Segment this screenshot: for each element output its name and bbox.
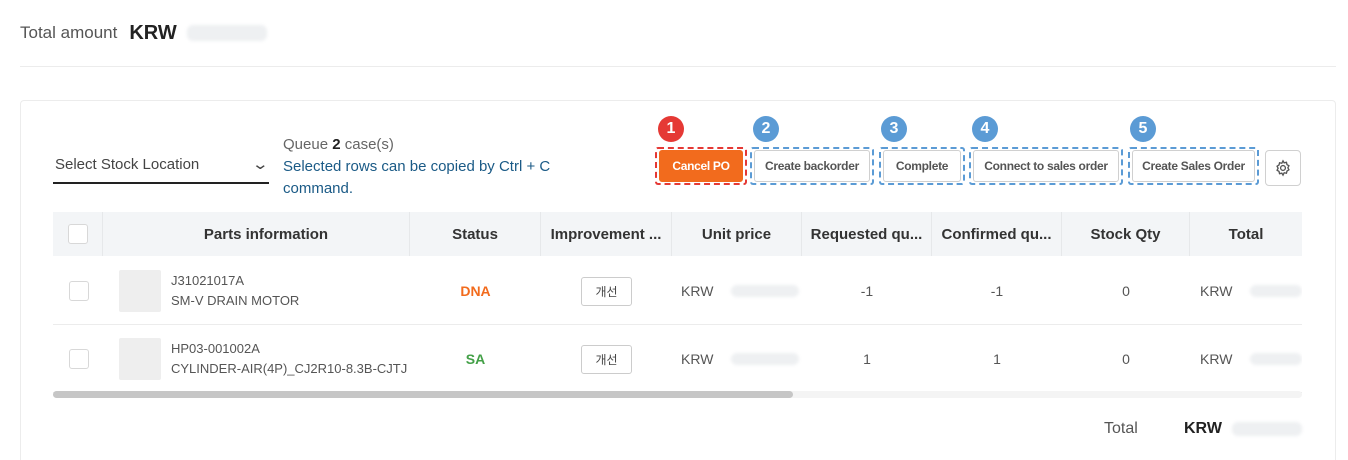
col-total[interactable]: Total: [1190, 212, 1302, 256]
create-sales-order-button[interactable]: Create Sales Order: [1132, 150, 1255, 182]
improvement-button[interactable]: 개선: [581, 276, 632, 306]
col-status[interactable]: Status: [410, 212, 541, 256]
confirmed-qty: -1: [990, 283, 1004, 299]
queue-count-number: 2: [332, 136, 341, 153]
part-number: HP03-001002A: [171, 341, 260, 356]
settings-button[interactable]: [1265, 150, 1301, 186]
status-badge: DNA: [460, 283, 491, 299]
header-select-cell: [53, 212, 103, 256]
row-checkbox[interactable]: [69, 349, 89, 369]
part-number: J31021017A: [171, 273, 245, 288]
improvement-cell: 개선: [541, 325, 672, 393]
table-row[interactable]: HP03-001002A CYLINDER-AIR(4P)_CJ2R10-8.3…: [53, 325, 1302, 393]
divider: [20, 66, 1336, 67]
part-thumbnail: [119, 338, 161, 380]
horizontal-scrollbar[interactable]: [53, 391, 1302, 398]
chevron-down-icon: ⌄: [251, 156, 270, 173]
table-header: Parts information Status Improvement ...…: [53, 212, 1302, 256]
stock-location-placeholder: Select Stock Location: [55, 155, 200, 173]
col-improvement[interactable]: Improvement ...: [541, 212, 672, 256]
total-amount-value-redacted: [186, 25, 267, 41]
requested-qty: -1: [860, 283, 874, 299]
footer-total-label: Total: [1104, 420, 1138, 437]
stock-qty: 0: [1122, 351, 1130, 367]
callout-3: 3: [881, 116, 907, 142]
status-badge: SA: [465, 351, 486, 367]
total-cell: KRW: [1200, 257, 1302, 325]
callout-4: 4: [972, 116, 998, 142]
queue-suffix: case(s): [344, 136, 394, 153]
status-cell: DNA: [410, 257, 541, 325]
unit-price-value-redacted: [731, 353, 800, 365]
stock-location-select[interactable]: Select Stock Location ⌄: [53, 146, 270, 184]
part-name: SM-V DRAIN MOTOR: [171, 293, 300, 308]
col-unit-price[interactable]: Unit price: [672, 212, 802, 256]
total-value-redacted: [1250, 353, 1302, 365]
part-thumbnail-cell: [119, 257, 161, 325]
status-cell: SA: [410, 325, 541, 393]
total-value-redacted: [1250, 285, 1302, 297]
total-amount-header: Total amount KRW: [20, 10, 267, 56]
footer-total-value-redacted: [1231, 422, 1302, 436]
cancel-po-button[interactable]: Cancel PO: [659, 150, 743, 182]
total-currency: KRW: [1200, 283, 1233, 299]
create-backorder-button[interactable]: Create backorder: [754, 150, 870, 182]
stock-qty-cell: 0: [1062, 257, 1190, 325]
scrollbar-thumb[interactable]: [53, 391, 793, 398]
queue-prefix: Queue: [283, 136, 329, 153]
gear-icon: [1276, 159, 1290, 177]
stock-qty: 0: [1122, 283, 1130, 299]
improvement-button[interactable]: 개선: [581, 344, 632, 374]
unit-price-cell: KRW: [681, 325, 802, 393]
improvement-cell: 개선: [541, 257, 672, 325]
col-parts-information[interactable]: Parts information: [103, 212, 410, 256]
callout-1: 1: [658, 116, 684, 142]
requested-qty-cell: 1: [802, 325, 932, 393]
col-confirmed-qty[interactable]: Confirmed qu...: [932, 212, 1062, 256]
unit-price-cell: KRW: [681, 257, 802, 325]
total-amount-label: Total amount: [20, 23, 118, 42]
part-name: CYLINDER-AIR(4P)_CJ2R10-8.3B-CJTJ: [171, 361, 408, 376]
total-cell: KRW: [1200, 325, 1302, 393]
part-thumbnail: [119, 270, 161, 312]
callout-2: 2: [753, 116, 779, 142]
row-select-cell: [69, 257, 89, 325]
confirmed-qty: 1: [993, 351, 1001, 367]
footer-total-currency: KRW: [1184, 420, 1222, 437]
footer-total-amount: KRW: [1184, 418, 1302, 440]
stock-qty-cell: 0: [1062, 325, 1190, 393]
part-thumbnail-cell: [119, 325, 161, 393]
select-all-checkbox[interactable]: [67, 224, 88, 244]
col-stock-qty[interactable]: Stock Qty: [1062, 212, 1190, 256]
total-currency: KRW: [1200, 351, 1233, 367]
copy-hint: Selected rows can be copied by Ctrl + C …: [283, 158, 551, 197]
unit-price-currency: KRW: [681, 283, 714, 299]
row-select-cell: [69, 325, 89, 393]
requested-qty: 1: [863, 351, 871, 367]
col-requested-qty[interactable]: Requested qu...: [802, 212, 932, 256]
unit-price-currency: KRW: [681, 351, 714, 367]
queue-info: Queue 2 case(s) Selected rows can be cop…: [283, 134, 623, 200]
table-row[interactable]: J31021017A SM-V DRAIN MOTOR DNA 개선 KRW -…: [53, 257, 1302, 325]
row-checkbox[interactable]: [69, 281, 89, 301]
footer-total: Total: [1104, 418, 1138, 440]
total-amount-currency: KRW: [129, 21, 177, 44]
unit-price-value-redacted: [731, 285, 800, 297]
queue-count: Queue 2 case(s): [283, 134, 623, 156]
confirmed-qty-cell: -1: [932, 257, 1062, 325]
parts-info-cell: HP03-001002A CYLINDER-AIR(4P)_CJ2R10-8.3…: [171, 325, 411, 393]
requested-qty-cell: -1: [802, 257, 932, 325]
parts-info-cell: J31021017A SM-V DRAIN MOTOR: [171, 257, 411, 325]
connect-to-sales-order-button[interactable]: Connect to sales order: [973, 150, 1119, 182]
confirmed-qty-cell: 1: [932, 325, 1062, 393]
callout-5: 5: [1130, 116, 1156, 142]
complete-button[interactable]: Complete: [883, 150, 961, 182]
